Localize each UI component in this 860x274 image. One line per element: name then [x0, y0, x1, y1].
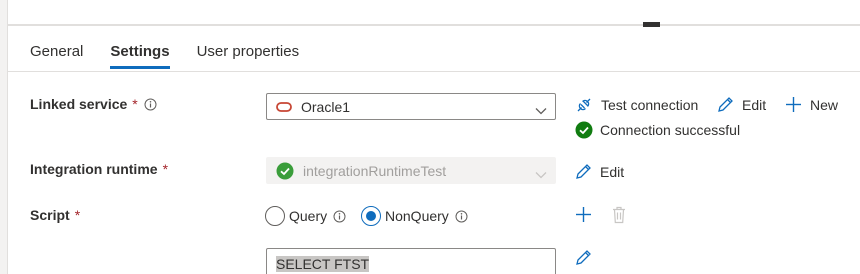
linked-service-label: Linked service * — [30, 96, 157, 112]
runtime-check-icon — [276, 162, 294, 179]
info-icon[interactable] — [455, 210, 468, 223]
chevron-down-icon — [535, 166, 547, 182]
resize-handle[interactable] — [643, 22, 660, 27]
radio-query-label: Query — [289, 208, 328, 224]
test-connection-label: Test connection — [601, 97, 699, 113]
tab-bar: General Settings User properties — [30, 43, 326, 69]
tab-user-properties[interactable]: User properties — [197, 43, 300, 69]
required-mark: * — [162, 161, 169, 177]
radio-query-circle[interactable] — [265, 206, 285, 226]
edit-integration-runtime-button[interactable]: Edit — [575, 163, 624, 180]
script-label: Script * — [30, 207, 80, 223]
edit-script-button[interactable] — [575, 249, 600, 266]
delete-script-button[interactable] — [611, 206, 635, 224]
new-label: New — [810, 96, 839, 113]
linked-service-value: Oracle1 — [301, 98, 351, 115]
integration-runtime-label: Integration runtime * — [30, 161, 168, 177]
tab-general[interactable]: General — [30, 43, 83, 69]
add-script-button[interactable] — [575, 206, 600, 223]
left-panel-edge — [0, 0, 8, 274]
info-icon[interactable] — [333, 210, 346, 223]
script-editor[interactable]: SELECT FTST — [266, 248, 556, 274]
script-text: SELECT FTST — [276, 256, 370, 272]
edit-label: Edit — [600, 163, 625, 180]
plus-icon — [786, 97, 801, 112]
linked-service-label-text: Linked service — [30, 96, 128, 112]
integration-runtime-label-text: Integration runtime — [30, 161, 158, 177]
oracle-icon — [276, 99, 292, 115]
radio-nonquery[interactable]: NonQuery — [361, 206, 468, 226]
connection-status-text: Connection successful — [600, 122, 741, 138]
required-mark: * — [74, 207, 81, 223]
edit-linked-service-button[interactable]: Edit — [717, 96, 766, 113]
test-connection-button[interactable]: Test connection — [575, 96, 698, 114]
success-check-icon — [575, 121, 593, 139]
tab-divider — [8, 71, 860, 72]
new-linked-service-button[interactable]: New — [785, 96, 838, 113]
integration-runtime-value: integrationRuntimeTest — [303, 162, 447, 179]
plus-icon — [576, 207, 591, 222]
pencil-icon — [718, 97, 733, 112]
trash-icon — [613, 206, 625, 224]
top-pane-divider — [8, 0, 860, 26]
script-label-text: Script — [30, 207, 70, 223]
pencil-icon — [576, 164, 591, 179]
chevron-down-icon — [535, 102, 547, 118]
radio-nonquery-label: NonQuery — [385, 208, 449, 224]
linked-service-dropdown[interactable]: Oracle1 — [266, 93, 556, 120]
required-mark: * — [132, 96, 138, 112]
radio-nonquery-circle[interactable] — [361, 206, 381, 226]
radio-query[interactable]: Query — [265, 206, 346, 226]
pencil-icon — [576, 250, 591, 265]
integration-runtime-dropdown: integrationRuntimeTest — [266, 157, 556, 184]
info-icon[interactable] — [144, 98, 157, 111]
tab-settings[interactable]: Settings — [110, 43, 170, 69]
connection-status: Connection successful — [575, 121, 740, 139]
plug-icon — [577, 98, 591, 112]
edit-label: Edit — [742, 96, 767, 113]
